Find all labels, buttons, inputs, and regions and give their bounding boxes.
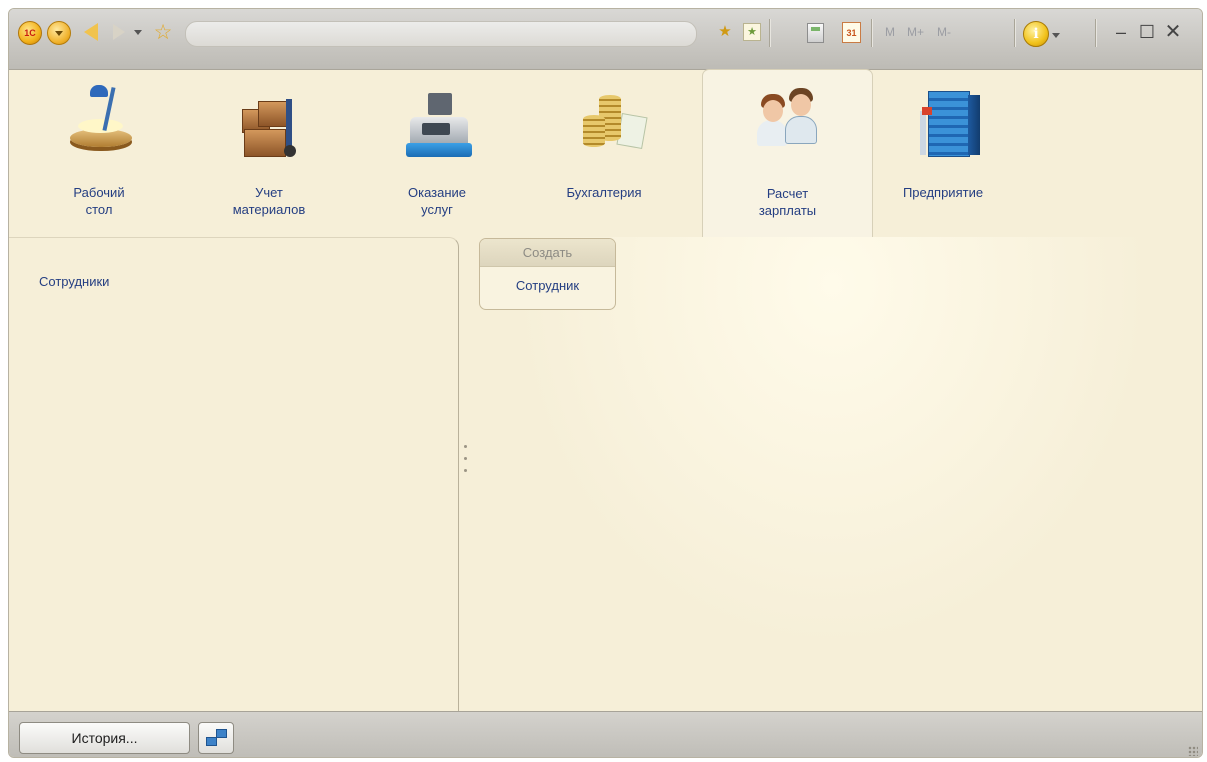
info-dropdown-icon[interactable] xyxy=(1052,33,1060,38)
section-materials[interactable]: Учет материалов xyxy=(214,69,324,239)
sections-panel: Рабочий стол Учет материалов Оказание ус… xyxy=(9,69,1202,241)
info-icon[interactable]: i xyxy=(1023,21,1049,47)
toolbar: 1C ☆ ★ ★ 31 M M+ M- i – ☐ ✕ xyxy=(9,9,1202,70)
forward-button[interactable] xyxy=(109,21,129,43)
nav-item-employees[interactable]: Сотрудники xyxy=(39,274,109,289)
main-menu-button[interactable] xyxy=(47,21,71,45)
network-icon xyxy=(216,729,227,738)
favorites-goto-icon[interactable]: ★ xyxy=(715,22,735,42)
boxes-cart-icon xyxy=(238,81,302,161)
application-window: 1C ☆ ★ ★ 31 M M+ M- i – ☐ ✕ Рабочий стол xyxy=(8,8,1203,758)
calculator-icon[interactable] xyxy=(807,23,824,43)
section-label: Бухгалтерия xyxy=(566,185,642,200)
maximize-button[interactable]: ☐ xyxy=(1136,19,1158,45)
toolbar-divider xyxy=(1014,19,1016,47)
pane-splitter-handle[interactable] xyxy=(463,445,469,493)
building-icon xyxy=(912,81,980,161)
section-label: Предприятие xyxy=(902,185,984,200)
section-label: Оказание услуг xyxy=(407,185,467,217)
desktop-lamp-icon xyxy=(66,81,132,161)
section-label: Рабочий стол xyxy=(73,185,125,217)
close-button[interactable]: ✕ xyxy=(1162,19,1184,45)
coins-icon xyxy=(579,81,648,161)
arrow-right-icon xyxy=(113,24,125,40)
minimize-button[interactable]: – xyxy=(1110,19,1132,45)
chevron-down-icon xyxy=(55,30,63,36)
section-label: Расчет зарплаты xyxy=(758,186,817,218)
memory-plus-button[interactable]: M+ xyxy=(907,25,924,39)
cash-register-icon xyxy=(404,81,472,161)
memory-button[interactable]: M xyxy=(885,25,895,39)
address-bar[interactable] xyxy=(185,21,697,47)
navigation-panel: Сотрудники xyxy=(9,237,459,711)
section-accounting[interactable]: Бухгалтерия xyxy=(549,69,659,239)
section-label: Учет материалов xyxy=(232,185,306,217)
status-bar: История... xyxy=(9,711,1202,757)
actions-panel: Создать Сотрудник xyxy=(479,238,616,310)
section-enterprise[interactable]: Предприятие xyxy=(888,69,998,239)
toolbar-divider xyxy=(871,19,873,47)
back-button[interactable] xyxy=(81,21,101,43)
toolbar-divider xyxy=(769,19,771,47)
toolbar-divider xyxy=(1095,19,1097,47)
app-logo-icon[interactable]: 1C xyxy=(18,21,42,45)
employees-icon xyxy=(755,82,819,162)
arrow-left-icon xyxy=(84,23,98,41)
resize-grip-icon[interactable] xyxy=(1188,746,1198,756)
caret-down-icon xyxy=(134,29,142,35)
section-services[interactable]: Оказание услуг xyxy=(382,69,492,239)
history-dropdown-button[interactable] xyxy=(131,21,145,43)
calendar-icon[interactable]: 31 xyxy=(842,22,861,43)
add-favorite-icon[interactable]: ★ xyxy=(743,23,761,41)
create-employee-link[interactable]: Сотрудник xyxy=(480,267,615,307)
favorites-star-icon[interactable]: ☆ xyxy=(151,21,175,45)
section-desktop[interactable]: Рабочий стол xyxy=(44,69,154,239)
connections-button[interactable] xyxy=(198,722,234,754)
history-button[interactable]: История... xyxy=(19,722,190,754)
actions-panel-title: Создать xyxy=(480,239,615,267)
section-payroll[interactable]: Расчет зарплаты xyxy=(702,69,873,239)
memory-minus-button[interactable]: M- xyxy=(937,25,951,39)
network-icon xyxy=(206,737,217,746)
